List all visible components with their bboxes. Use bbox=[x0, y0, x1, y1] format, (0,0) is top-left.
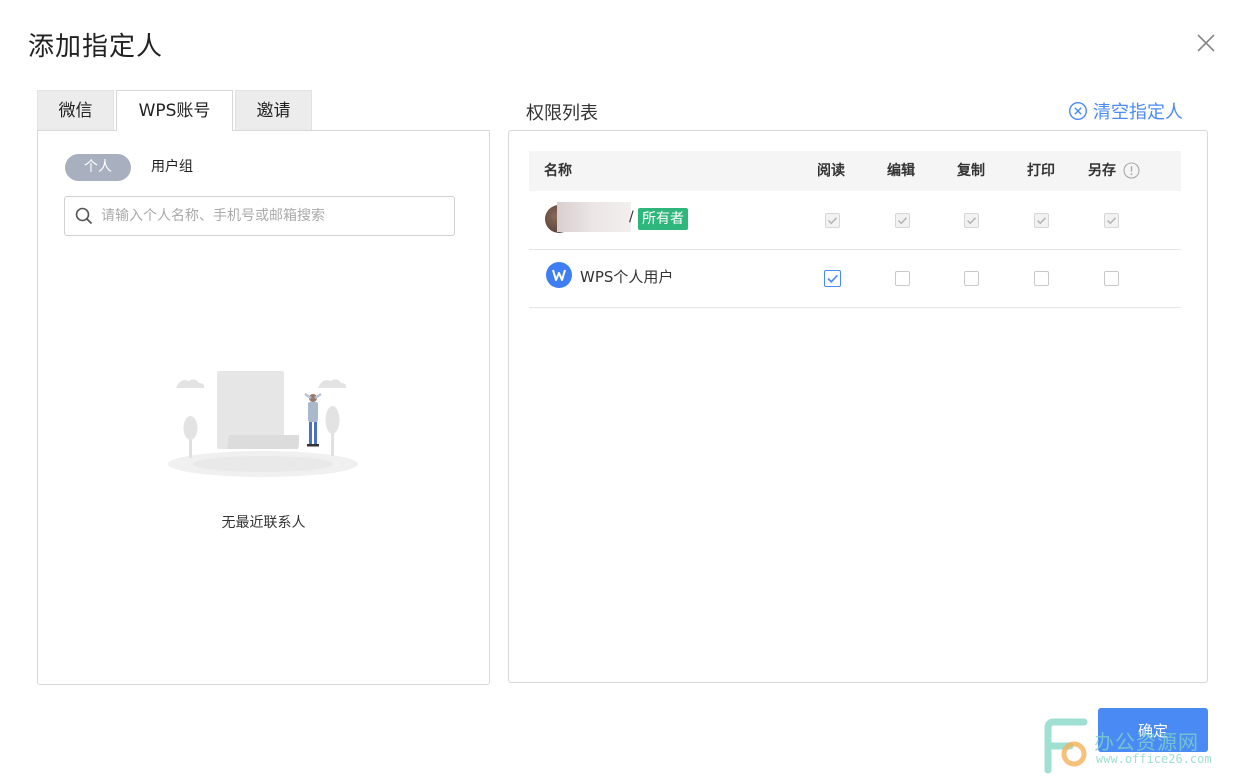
permission-panel: 名称 阅读 编辑 复制 打印 另存 / 所有者 WPS个人用户 bbox=[508, 130, 1208, 683]
site-watermark: 办公资源网 www.office26.com bbox=[1040, 718, 1240, 776]
wps-logo-icon bbox=[546, 262, 572, 288]
contact-panel: 个人 用户组 无最近联系人 bbox=[37, 130, 490, 685]
owner-badge: 所有者 bbox=[638, 208, 688, 230]
tab-wps-account[interactable]: WPS账号 bbox=[116, 90, 233, 131]
permission-list-title: 权限列表 bbox=[526, 103, 598, 124]
save-as-checkbox[interactable] bbox=[1104, 271, 1119, 286]
close-icon[interactable] bbox=[1193, 30, 1219, 56]
table-row: WPS个人用户 bbox=[529, 249, 1181, 308]
print-checkbox[interactable] bbox=[1034, 271, 1049, 286]
empty-message: 无最近联系人 bbox=[221, 515, 306, 531]
copy-checkbox bbox=[964, 213, 979, 228]
segment-group[interactable]: 用户组 bbox=[151, 154, 211, 181]
info-icon[interactable] bbox=[1123, 162, 1140, 179]
tab-wechat[interactable]: 微信 bbox=[37, 90, 114, 130]
print-checkbox bbox=[1034, 213, 1049, 228]
search-icon bbox=[75, 207, 93, 225]
clear-assignees-button[interactable]: 清空指定人 bbox=[1068, 98, 1183, 124]
edit-checkbox bbox=[895, 213, 910, 228]
col-print: 打印 bbox=[1027, 163, 1055, 179]
empty-illustration bbox=[168, 371, 358, 477]
copy-checkbox[interactable] bbox=[964, 271, 979, 286]
read-checkbox[interactable] bbox=[824, 270, 841, 287]
segment-personal[interactable]: 个人 bbox=[65, 154, 131, 181]
table-header: 名称 阅读 编辑 复制 打印 另存 bbox=[529, 151, 1181, 191]
name-separator: / bbox=[629, 209, 634, 225]
clear-assignees-label: 清空指定人 bbox=[1093, 102, 1183, 123]
table-row: / 所有者 bbox=[529, 191, 1181, 250]
col-save-as: 另存 bbox=[1088, 163, 1116, 179]
search-box bbox=[64, 196, 455, 236]
save-as-checkbox bbox=[1104, 213, 1119, 228]
watermark-url: www.office26.com bbox=[1096, 752, 1212, 766]
watermark-logo-icon bbox=[1044, 718, 1088, 774]
tab-invite[interactable]: 邀请 bbox=[235, 90, 312, 130]
col-copy: 复制 bbox=[957, 163, 985, 179]
col-edit: 编辑 bbox=[887, 163, 915, 179]
watermark-text: 办公资源网 bbox=[1094, 730, 1199, 754]
dialog-title: 添加指定人 bbox=[28, 32, 164, 62]
owner-name bbox=[557, 202, 631, 232]
search-input[interactable] bbox=[101, 197, 441, 235]
clear-circle-icon bbox=[1068, 101, 1088, 121]
assignee-name: WPS个人用户 bbox=[580, 268, 674, 286]
col-name: 名称 bbox=[544, 163, 572, 179]
edit-checkbox[interactable] bbox=[895, 271, 910, 286]
read-checkbox bbox=[825, 213, 840, 228]
col-read: 阅读 bbox=[817, 163, 845, 179]
